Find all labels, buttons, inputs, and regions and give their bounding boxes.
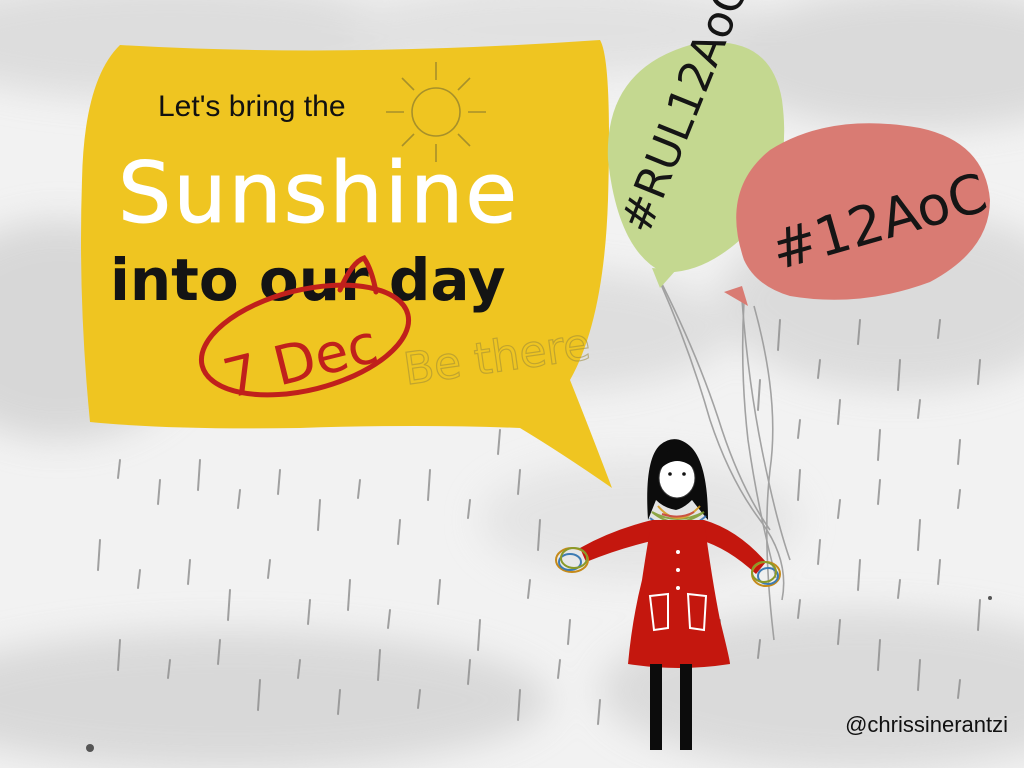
rain-streak <box>117 459 121 479</box>
rain-streak <box>817 539 821 565</box>
rain-streak <box>477 619 481 651</box>
rain-streak <box>237 489 241 509</box>
rain-streak <box>187 559 191 585</box>
rain-streak <box>757 379 761 411</box>
rain-streak <box>357 479 361 499</box>
rain-streak <box>857 559 861 591</box>
rain-streak <box>877 429 881 461</box>
dot-mark <box>988 596 992 600</box>
rain-streak <box>467 499 471 519</box>
rain-streak <box>307 599 311 625</box>
rain-streak <box>497 429 501 455</box>
rain-streak <box>897 579 901 599</box>
mitten-right <box>751 561 781 587</box>
rain-streak <box>937 559 941 585</box>
rain-streak <box>957 439 961 465</box>
rain-streak <box>197 459 201 491</box>
rain-streak <box>527 579 531 599</box>
artist-signature: @chrissinerantzi <box>845 712 1008 737</box>
rain-streak <box>157 479 161 505</box>
rain-streak <box>317 499 321 531</box>
rain-streak <box>917 399 921 419</box>
rain-streak <box>917 519 921 551</box>
rain-streak <box>227 589 231 621</box>
rain-streak <box>557 659 561 679</box>
rain-streak <box>277 469 281 495</box>
rain-streak <box>957 489 961 509</box>
rain-streak <box>797 469 801 501</box>
rain-streak <box>437 579 441 605</box>
rain-streak <box>797 419 801 439</box>
bubble-line-2: Sunshine <box>118 144 519 242</box>
rain-streak <box>427 469 431 501</box>
rain-streak <box>597 699 601 725</box>
rain-streak <box>837 399 841 425</box>
girl-leg-left <box>650 664 662 750</box>
rain-streak <box>397 519 401 545</box>
girl-leg-right <box>680 664 692 750</box>
rain-streak <box>267 559 271 579</box>
rain-streak <box>387 609 391 629</box>
rain-streak <box>877 479 881 505</box>
rain-streak <box>567 619 571 645</box>
rain-streak <box>137 569 141 589</box>
rain-streak <box>97 539 101 571</box>
illustration-canvas: Let's bring the Sunshine into our day 7 … <box>0 0 1024 768</box>
dot-mark <box>86 744 94 752</box>
bubble-line-3: into our day <box>110 246 506 314</box>
rain-streak <box>837 499 841 519</box>
bubble-line-1: Let's bring the <box>158 90 346 123</box>
rain-streak <box>347 579 351 611</box>
